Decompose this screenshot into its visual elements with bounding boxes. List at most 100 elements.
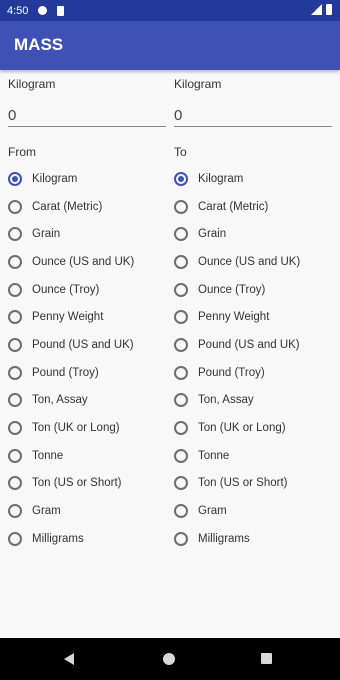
to-value-input[interactable]	[174, 104, 332, 127]
from-radio-option[interactable]: Gram	[8, 497, 166, 525]
to-radio-option[interactable]: Ton, Assay	[174, 387, 332, 415]
radio-button-icon[interactable]	[174, 421, 188, 436]
radio-option-label: Ton, Assay	[32, 394, 88, 407]
to-radio-option[interactable]: Pound (US and UK)	[174, 331, 332, 359]
radio-button-icon[interactable]	[8, 199, 22, 214]
status-bar: 4:50	[0, 0, 340, 21]
radio-button-icon[interactable]	[8, 337, 22, 352]
radio-button-icon[interactable]	[174, 227, 188, 242]
radio-button-icon[interactable]	[174, 504, 188, 519]
to-radio-option[interactable]: Penny Weight	[174, 303, 332, 331]
from-radio-option[interactable]: Pound (Troy)	[8, 359, 166, 387]
to-radio-option[interactable]: Ounce (Troy)	[174, 276, 332, 304]
to-unit-label: Kilogram	[174, 77, 222, 91]
radio-option-label: Grain	[198, 228, 227, 241]
radio-button-icon[interactable]	[8, 227, 22, 242]
from-radio-option[interactable]: Milligrams	[8, 525, 166, 553]
radio-option-label: Ton (UK or Long)	[32, 422, 120, 435]
from-radio-option[interactable]: Carat (Metric)	[8, 193, 166, 221]
radio-option-label: Ton (US or Short)	[32, 477, 122, 490]
from-radio-option[interactable]: Penny Weight	[8, 303, 166, 331]
back-icon[interactable]	[64, 653, 74, 665]
radio-button-icon[interactable]	[174, 448, 188, 463]
from-radio-group: Kilogram Carat (Metric) Grain Ounce (US and…	[8, 165, 166, 553]
from-radio-option[interactable]: Ounce (Troy)	[8, 276, 166, 304]
from-radio-option[interactable]: Ton (US or Short)	[8, 470, 166, 498]
radio-button-icon[interactable]	[8, 531, 22, 546]
radio-option-label: Kilogram	[198, 172, 244, 185]
to-radio-option[interactable]: Tonne	[174, 442, 332, 470]
radio-button-icon[interactable]	[8, 504, 22, 519]
from-radio-option[interactable]: Tonne	[8, 442, 166, 470]
to-radio-option[interactable]: Ton (US or Short)	[174, 470, 332, 498]
to-radio-group: Kilogram Carat (Metric) Grain Ounce (US and…	[174, 165, 332, 553]
radio-button-icon[interactable]	[174, 199, 188, 214]
to-radio-option[interactable]: Ounce (US and UK)	[174, 248, 332, 276]
radio-button-icon[interactable]	[174, 531, 188, 546]
radio-button-icon[interactable]	[8, 171, 22, 186]
radio-button-icon[interactable]	[174, 171, 188, 186]
radio-option-label: Ton, Assay	[198, 394, 254, 407]
radio-option-label: Ton (UK or Long)	[198, 422, 286, 435]
battery-icon	[326, 4, 332, 15]
radio-button-icon[interactable]	[174, 337, 188, 352]
radio-option-label: Ton (US or Short)	[198, 477, 288, 490]
radio-option-label: Penny Weight	[198, 311, 270, 324]
radio-option-label: Pound (Troy)	[32, 366, 99, 379]
to-radio-option[interactable]: Pound (Troy)	[174, 359, 332, 387]
radio-option-label: Kilogram	[32, 172, 78, 185]
signal-icon	[311, 4, 322, 15]
from-radio-option[interactable]: Ounce (US and UK)	[8, 248, 166, 276]
radio-button-icon[interactable]	[8, 476, 22, 491]
from-radio-option[interactable]: Kilogram	[8, 165, 166, 193]
radio-option-label: Gram	[198, 505, 227, 518]
app-title: MASS	[14, 35, 64, 54]
radio-button-icon[interactable]	[8, 310, 22, 325]
radio-option-label: Ounce (Troy)	[32, 283, 100, 296]
radio-button-icon[interactable]	[8, 393, 22, 408]
from-value-input[interactable]	[8, 104, 166, 127]
app-bar: MASS	[0, 21, 340, 70]
from-radio-option[interactable]: Pound (US and UK)	[8, 331, 166, 359]
radio-button-icon[interactable]	[174, 393, 188, 408]
radio-option-label: Grain	[32, 228, 61, 241]
to-radio-option[interactable]: Kilogram	[174, 165, 332, 193]
from-radio-option[interactable]: Ton, Assay	[8, 387, 166, 415]
radio-button-icon[interactable]	[174, 254, 188, 269]
to-radio-option[interactable]: Milligrams	[174, 525, 332, 553]
radio-option-label: Carat (Metric)	[32, 200, 103, 213]
radio-option-label: Milligrams	[32, 532, 84, 545]
from-radio-option[interactable]: Ton (UK or Long)	[8, 414, 166, 442]
radio-button-icon[interactable]	[8, 448, 22, 463]
radio-button-icon[interactable]	[8, 254, 22, 269]
navigation-bar	[0, 638, 340, 680]
radio-option-label: Tonne	[32, 449, 64, 462]
recents-icon[interactable]	[261, 653, 272, 664]
from-unit-label: Kilogram	[8, 77, 56, 91]
radio-option-label: Pound (US and UK)	[32, 338, 134, 351]
radio-button-icon[interactable]	[8, 282, 22, 297]
radio-button-icon[interactable]	[174, 282, 188, 297]
to-radio-option[interactable]: Grain	[174, 220, 332, 248]
radio-option-label: Ounce (US and UK)	[198, 255, 301, 268]
from-radio-option[interactable]: Grain	[8, 220, 166, 248]
radio-option-label: Gram	[32, 505, 61, 518]
to-radio-option[interactable]: Ton (UK or Long)	[174, 414, 332, 442]
home-icon[interactable]	[163, 653, 175, 665]
sd-card-icon	[57, 5, 65, 16]
radio-option-label: Ounce (US and UK)	[32, 255, 135, 268]
radio-button-icon[interactable]	[8, 421, 22, 436]
radio-option-label: Tonne	[198, 449, 230, 462]
radio-button-icon[interactable]	[174, 310, 188, 325]
radio-option-label: Pound (Troy)	[198, 366, 265, 379]
status-right-icons	[311, 4, 332, 15]
to-section-label: To	[174, 145, 187, 159]
notification-dot-icon	[38, 6, 48, 15]
radio-option-label: Carat (Metric)	[198, 200, 269, 213]
radio-button-icon[interactable]	[8, 365, 22, 380]
radio-button-icon[interactable]	[174, 476, 188, 491]
to-radio-option[interactable]: Gram	[174, 497, 332, 525]
to-radio-option[interactable]: Carat (Metric)	[174, 193, 332, 221]
radio-button-icon[interactable]	[174, 365, 188, 380]
radio-option-label: Ounce (Troy)	[198, 283, 266, 296]
